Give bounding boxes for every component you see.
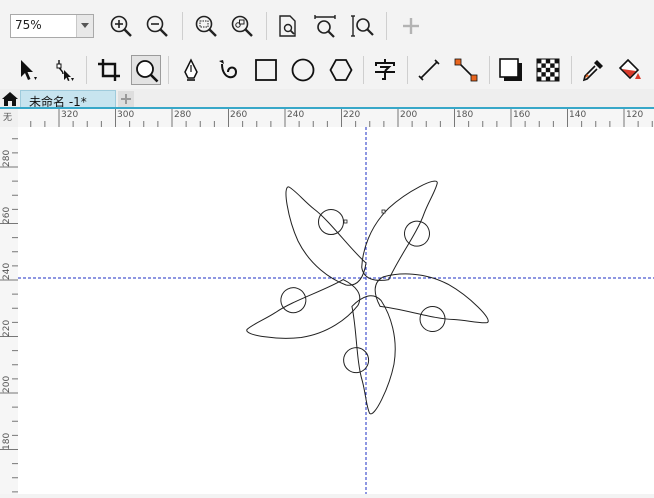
vertical-ruler[interactable]: 280 260 240 220 200 180 bbox=[0, 127, 19, 494]
zoom-in-button[interactable] bbox=[106, 11, 136, 41]
pick-tool[interactable] bbox=[12, 55, 42, 85]
spiral-curve-icon bbox=[219, 60, 238, 79]
home-icon[interactable] bbox=[1, 90, 19, 108]
ruler-label: 280 bbox=[2, 149, 12, 167]
dimension-tool[interactable] bbox=[414, 55, 444, 85]
separator bbox=[489, 56, 490, 84]
zoom-in-icon bbox=[110, 15, 132, 37]
ruler-label: 260 bbox=[2, 206, 12, 224]
interactive-fill-tool[interactable] bbox=[615, 55, 645, 85]
chevron-down-icon bbox=[81, 23, 89, 28]
drawing-canvas[interactable] bbox=[18, 127, 654, 494]
rectangle-icon bbox=[255, 59, 277, 81]
paint-bucket-icon bbox=[618, 58, 641, 80]
pointer-arrow-icon bbox=[21, 60, 37, 80]
transparency-tool[interactable] bbox=[533, 55, 563, 85]
pen-tool[interactable] bbox=[176, 55, 206, 85]
zoom-to-selected-button[interactable] bbox=[191, 11, 221, 41]
rectangle-tool[interactable] bbox=[251, 55, 281, 85]
zoom-to-page-width-button[interactable] bbox=[310, 11, 340, 41]
checkerboard-icon bbox=[536, 58, 560, 82]
text-tool[interactable] bbox=[370, 55, 400, 85]
drop-shadow-tool[interactable] bbox=[496, 55, 526, 85]
separator bbox=[266, 12, 267, 40]
zoom-width-icon bbox=[314, 15, 336, 38]
ruler-label: 220 bbox=[343, 110, 361, 120]
zoom-to-page-button[interactable] bbox=[273, 11, 303, 41]
document-tab-bar: 未命名 -1* bbox=[0, 89, 654, 109]
zoom-out-button[interactable] bbox=[142, 11, 172, 41]
ruler-label: 180 bbox=[456, 110, 474, 120]
ruler-label: 180 bbox=[2, 432, 12, 450]
ellipse-icon bbox=[291, 58, 315, 82]
pen-nib-icon bbox=[184, 58, 198, 81]
zoom-level-value: 75% bbox=[15, 18, 42, 32]
crop-tool[interactable] bbox=[94, 55, 124, 85]
ruler-label: 220 bbox=[2, 319, 12, 337]
horizontal-ruler[interactable]: 320 300 280 260 240 220 200 180 160 140 … bbox=[18, 109, 654, 128]
shape-tool[interactable] bbox=[48, 55, 78, 85]
connector-tool[interactable] bbox=[451, 55, 481, 85]
drop-shadow-icon bbox=[499, 58, 522, 81]
plus-icon bbox=[403, 18, 419, 34]
crop-icon bbox=[98, 59, 120, 81]
magnifier-icon bbox=[136, 60, 159, 83]
separator bbox=[182, 12, 183, 40]
horizontal-ruler-ticks bbox=[30, 109, 653, 127]
zoom-height-icon bbox=[351, 15, 374, 37]
toolbox bbox=[0, 52, 654, 90]
zoom-level-select[interactable]: 75% bbox=[10, 14, 94, 38]
polygon-tool[interactable] bbox=[326, 55, 356, 85]
separator bbox=[571, 56, 572, 84]
zoom-toolbar: 75% bbox=[0, 0, 654, 53]
separator bbox=[363, 56, 364, 84]
ruler-label: 240 bbox=[287, 110, 305, 120]
eyedropper-icon bbox=[582, 60, 603, 82]
ruler-origin-corner[interactable]: 无 bbox=[0, 109, 19, 128]
hexagon-icon bbox=[329, 59, 353, 81]
separator bbox=[168, 56, 169, 84]
shape-node-icon bbox=[56, 60, 74, 81]
new-document-icon[interactable] bbox=[118, 91, 134, 107]
ruler-label: 120 bbox=[626, 110, 644, 120]
zoom-page-icon bbox=[279, 15, 296, 37]
separator bbox=[407, 56, 408, 84]
bezier-curve-tool[interactable] bbox=[213, 55, 243, 85]
ruler-label: 200 bbox=[2, 375, 12, 393]
selection-node[interactable] bbox=[343, 219, 348, 224]
parallel-dimension-icon bbox=[418, 59, 440, 81]
selection-node[interactable] bbox=[381, 209, 386, 214]
ellipse-tool[interactable] bbox=[288, 55, 318, 85]
ruler-label: 240 bbox=[2, 262, 12, 280]
connector-line-icon bbox=[454, 58, 478, 82]
ruler-label: 160 bbox=[513, 110, 531, 120]
canvas-artwork bbox=[18, 127, 654, 494]
text-character-icon bbox=[375, 59, 395, 80]
ruler-label: 200 bbox=[400, 110, 418, 120]
ruler-label: 320 bbox=[61, 110, 79, 120]
ruler-label: 280 bbox=[174, 110, 192, 120]
ruler-label: 300 bbox=[117, 110, 135, 120]
separator bbox=[386, 12, 387, 40]
ruler-label: 260 bbox=[230, 110, 248, 120]
zoom-tool[interactable] bbox=[131, 55, 161, 85]
zoom-objects-icon bbox=[231, 15, 253, 37]
separator bbox=[86, 56, 87, 84]
zoom-selected-icon bbox=[195, 15, 217, 37]
zoom-to-page-height-button[interactable] bbox=[347, 11, 377, 41]
zoom-out-icon bbox=[146, 15, 168, 37]
add-button[interactable] bbox=[396, 11, 426, 41]
ruler-corner-label: 无 bbox=[3, 113, 13, 123]
pinwheel-shape[interactable] bbox=[245, 179, 491, 416]
ruler-label: 140 bbox=[569, 110, 587, 120]
zoom-to-all-objects-button[interactable] bbox=[227, 11, 257, 41]
eyedropper-tool[interactable] bbox=[578, 55, 608, 85]
zoom-dropdown-button[interactable] bbox=[76, 15, 93, 37]
